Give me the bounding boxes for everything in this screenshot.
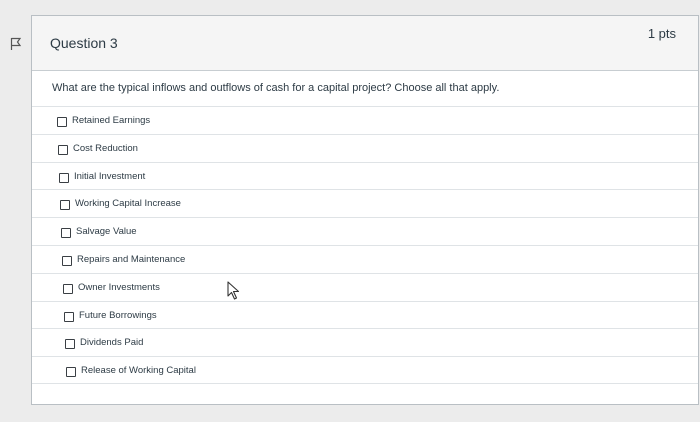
answer-label[interactable]: Dividends Paid (80, 337, 143, 348)
answer-label[interactable]: Release of Working Capital (81, 365, 196, 376)
answer-label[interactable]: Salvage Value (76, 226, 137, 237)
answer-checkbox[interactable] (65, 339, 75, 350)
question-title: Question 3 (50, 35, 118, 51)
answer-option[interactable]: Working Capital Increase (32, 189, 698, 217)
answer-option[interactable]: Dividends Paid (32, 328, 698, 356)
answer-label[interactable]: Owner Investments (78, 282, 160, 293)
answer-option[interactable]: Retained Earnings (32, 106, 698, 134)
flag-question-icon[interactable] (10, 37, 22, 51)
answer-checkbox[interactable] (60, 200, 70, 211)
answer-list: Retained Earnings Cost Reduction Initial… (32, 106, 698, 384)
answer-option[interactable]: Salvage Value (32, 217, 698, 245)
answer-option[interactable]: Cost Reduction (32, 133, 698, 162)
answer-checkbox[interactable] (59, 172, 69, 183)
answer-checkbox[interactable] (57, 117, 67, 127)
answer-option[interactable]: Release of Working Capital (32, 356, 698, 384)
answer-label[interactable]: Initial Investment (74, 171, 145, 182)
answer-checkbox[interactable] (58, 144, 68, 155)
answer-option[interactable]: Initial Investment (32, 161, 698, 190)
question-prompt: What are the typical inflows and outflow… (52, 82, 500, 94)
question-header: Question 3 1 pts (32, 16, 698, 71)
answer-option[interactable]: Future Borrowings (32, 300, 698, 329)
answer-checkbox[interactable] (66, 367, 76, 378)
answer-label[interactable]: Working Capital Increase (75, 198, 181, 209)
answer-option[interactable]: Owner Investments (32, 272, 698, 301)
answer-label[interactable]: Cost Reduction (73, 143, 138, 154)
answer-checkbox[interactable] (64, 311, 74, 322)
question-points: 1 pts (647, 26, 676, 41)
question-card: Question 3 1 pts What are the typical in… (31, 15, 699, 405)
answer-checkbox[interactable] (63, 283, 73, 294)
answer-checkbox[interactable] (62, 255, 72, 266)
answer-option[interactable]: Repairs and Maintenance (32, 244, 698, 273)
mouse-pointer-icon (227, 281, 240, 300)
answer-label[interactable]: Future Borrowings (79, 310, 157, 321)
answer-label[interactable]: Repairs and Maintenance (77, 254, 185, 265)
answer-label[interactable]: Retained Earnings (72, 115, 150, 126)
answer-checkbox[interactable] (61, 228, 71, 239)
